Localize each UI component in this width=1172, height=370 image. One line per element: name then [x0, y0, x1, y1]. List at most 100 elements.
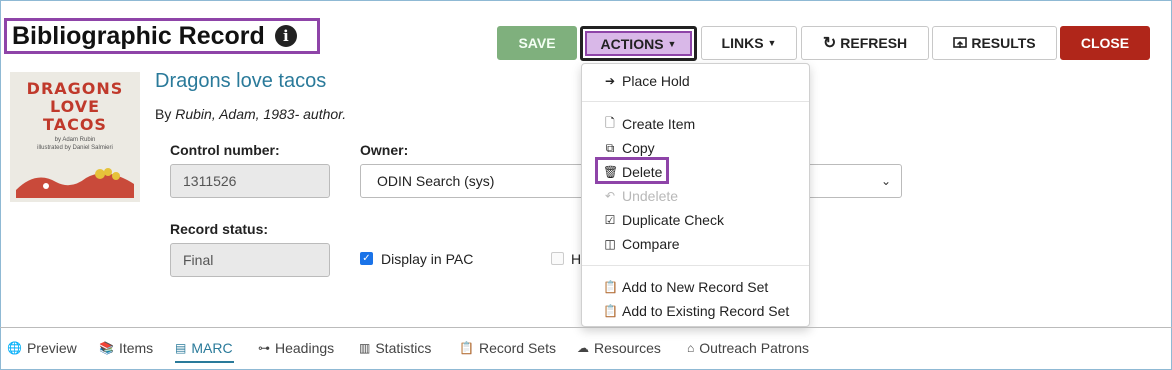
undo-icon: ↶: [604, 189, 616, 203]
menu-item-label: Duplicate Check: [622, 212, 724, 228]
hidden-checkbox[interactable]: [551, 252, 564, 265]
owner-label: Owner:: [360, 142, 409, 158]
cover-credits: by Adam Rubin illustrated by Daniel Salm…: [10, 136, 140, 152]
refresh-button[interactable]: ↻ REFRESH: [801, 26, 929, 60]
actions-button[interactable]: ACTIONS ▼: [585, 31, 692, 56]
tab-label: Outreach Patrons: [699, 340, 809, 356]
caret-down-icon: ▼: [667, 38, 677, 49]
tab-label: Record Sets: [478, 340, 556, 356]
page-title-highlight: Bibliographic Record i: [4, 18, 320, 54]
marc-icon: ▤: [175, 341, 187, 355]
cover-credit-line: illustrated by Daniel Salmieri: [37, 145, 113, 151]
record-status-label: Record status:: [170, 221, 269, 237]
menu-item-add-existing-record-set[interactable]: 📋 Add to Existing Record Set: [603, 300, 789, 322]
cover-title-text: DRAGONS LOVE TACOS: [10, 80, 140, 134]
sign-in-icon: ➔: [604, 74, 616, 88]
tab-label: Preview: [26, 340, 77, 356]
close-button-label: CLOSE: [1080, 35, 1130, 51]
sitemap-icon: ⊶: [258, 341, 270, 355]
record-author: By Rubin, Adam, 1983- author.: [155, 106, 346, 122]
menu-item-add-new-record-set[interactable]: 📋 Add to New Record Set: [603, 276, 768, 298]
menu-item-compare[interactable]: ◫ Compare: [603, 233, 680, 255]
display-in-pac-checkbox[interactable]: ✓: [360, 252, 373, 265]
tab-label: Items: [118, 340, 154, 356]
menu-item-label: Create Item: [622, 116, 696, 132]
globe-icon: 🌐: [7, 341, 22, 355]
duplicate-check-icon: ☑: [604, 213, 616, 227]
clipboard-icon: 📋: [603, 280, 618, 294]
tab-headings[interactable]: ⊶ Headings: [258, 340, 334, 356]
file-plus-icon: 🗋: [605, 115, 615, 130]
control-number-value: 1311526: [183, 173, 237, 189]
menu-item-place-hold[interactable]: ➔ Place Hold: [603, 70, 690, 92]
menu-divider: [582, 265, 809, 266]
tab-outreach-patrons[interactable]: ⌂ Outreach Patrons: [687, 340, 809, 356]
save-button[interactable]: SAVE: [497, 26, 577, 60]
clipboard-filled-icon: 📋: [603, 304, 618, 318]
tab-resources[interactable]: ☁ Resources: [577, 340, 661, 356]
bar-chart-icon: ▥: [359, 341, 371, 355]
actions-button-label: ACTIONS: [600, 35, 664, 52]
dragon-illustration: [16, 168, 134, 198]
actions-button-focus-ring: ACTIONS ▼: [580, 26, 697, 61]
hidden-checkbox-label: H: [571, 251, 582, 267]
cover-title-line: LOVE: [49, 97, 101, 116]
tab-label: Statistics: [375, 340, 432, 356]
cloud-icon: ☁: [577, 341, 589, 355]
author-prefix: By: [155, 106, 176, 122]
record-tab-bar: 🌐 Preview 📚 Items ▤ MARC ⊶ Headings ▥ St…: [0, 327, 1172, 370]
cover-title-line: TACOS: [43, 115, 107, 134]
cover-title-line: DRAGONS: [26, 79, 124, 98]
refresh-button-label: REFRESH: [840, 35, 908, 51]
menu-item-label: Add to Existing Record Set: [622, 303, 790, 319]
book-cover-image: DRAGONS LOVE TACOS by Adam Rubin illustr…: [10, 72, 140, 202]
books-icon: 📚: [99, 341, 114, 355]
tab-label: MARC: [191, 340, 233, 356]
links-button[interactable]: LINKS ▼: [701, 26, 797, 60]
copy-icon: ⧉: [605, 140, 615, 155]
menu-divider: [582, 101, 809, 102]
close-button[interactable]: CLOSE: [1060, 26, 1150, 60]
record-title-link[interactable]: Dragons love tacos: [155, 70, 326, 93]
record-status-field: Final: [170, 243, 330, 277]
tab-label: Resources: [594, 340, 661, 356]
record-status-value: Final: [183, 252, 214, 268]
refresh-icon: ↻: [822, 35, 837, 52]
results-button-label: RESULTS: [971, 35, 1036, 51]
author-name: Rubin, Adam, 1983- author.: [175, 106, 347, 122]
menu-item-label: Copy: [622, 140, 655, 156]
control-number-label: Control number:: [170, 142, 280, 158]
menu-item-label: Place Hold: [622, 73, 690, 89]
tab-statistics[interactable]: ▥ Statistics: [359, 340, 431, 356]
results-icon: [953, 37, 968, 48]
menu-item-duplicate-check[interactable]: ☑ Duplicate Check: [603, 209, 724, 231]
house-icon: ⌂: [687, 341, 695, 355]
tab-items[interactable]: 📚 Items: [99, 340, 153, 356]
links-button-label: LINKS: [721, 35, 764, 51]
menu-item-undelete: ↶ Undelete: [603, 185, 678, 207]
delete-item-highlight: [595, 157, 669, 184]
save-button-label: SAVE: [518, 35, 556, 51]
tab-marc[interactable]: ▤ MARC: [175, 340, 233, 356]
tab-preview[interactable]: 🌐 Preview: [7, 340, 77, 356]
tab-label: Headings: [275, 340, 335, 356]
tab-record-sets[interactable]: 📋 Record Sets: [459, 340, 556, 356]
active-tab-indicator: [175, 361, 234, 363]
page-title: Bibliographic Record: [12, 21, 265, 50]
control-number-field: 1311526: [170, 164, 330, 198]
menu-item-copy[interactable]: ⧉ Copy: [603, 137, 655, 159]
info-circle-icon[interactable]: i: [274, 25, 297, 47]
owner-select-value: ODIN Search (sys): [377, 173, 495, 189]
menu-item-label: Add to New Record Set: [622, 279, 769, 295]
menu-item-label: Compare: [622, 236, 680, 252]
menu-item-create-item[interactable]: 🗋 Create Item: [603, 113, 695, 135]
actions-dropdown-menu: ➔ Place Hold 🗋 Create Item ⧉ Copy 🗑 Dele…: [581, 63, 810, 327]
display-in-pac-label: Display in PAC: [381, 251, 474, 267]
chevron-down-icon: ⌄: [880, 174, 891, 188]
results-button[interactable]: RESULTS: [932, 26, 1057, 60]
clipboard-icon: 📋: [459, 341, 474, 355]
cover-credit-line: by Adam Rubin: [54, 137, 96, 143]
menu-item-label: Undelete: [622, 188, 679, 204]
caret-down-icon: ▼: [767, 38, 777, 48]
compare-icon: ◫: [604, 237, 616, 251]
